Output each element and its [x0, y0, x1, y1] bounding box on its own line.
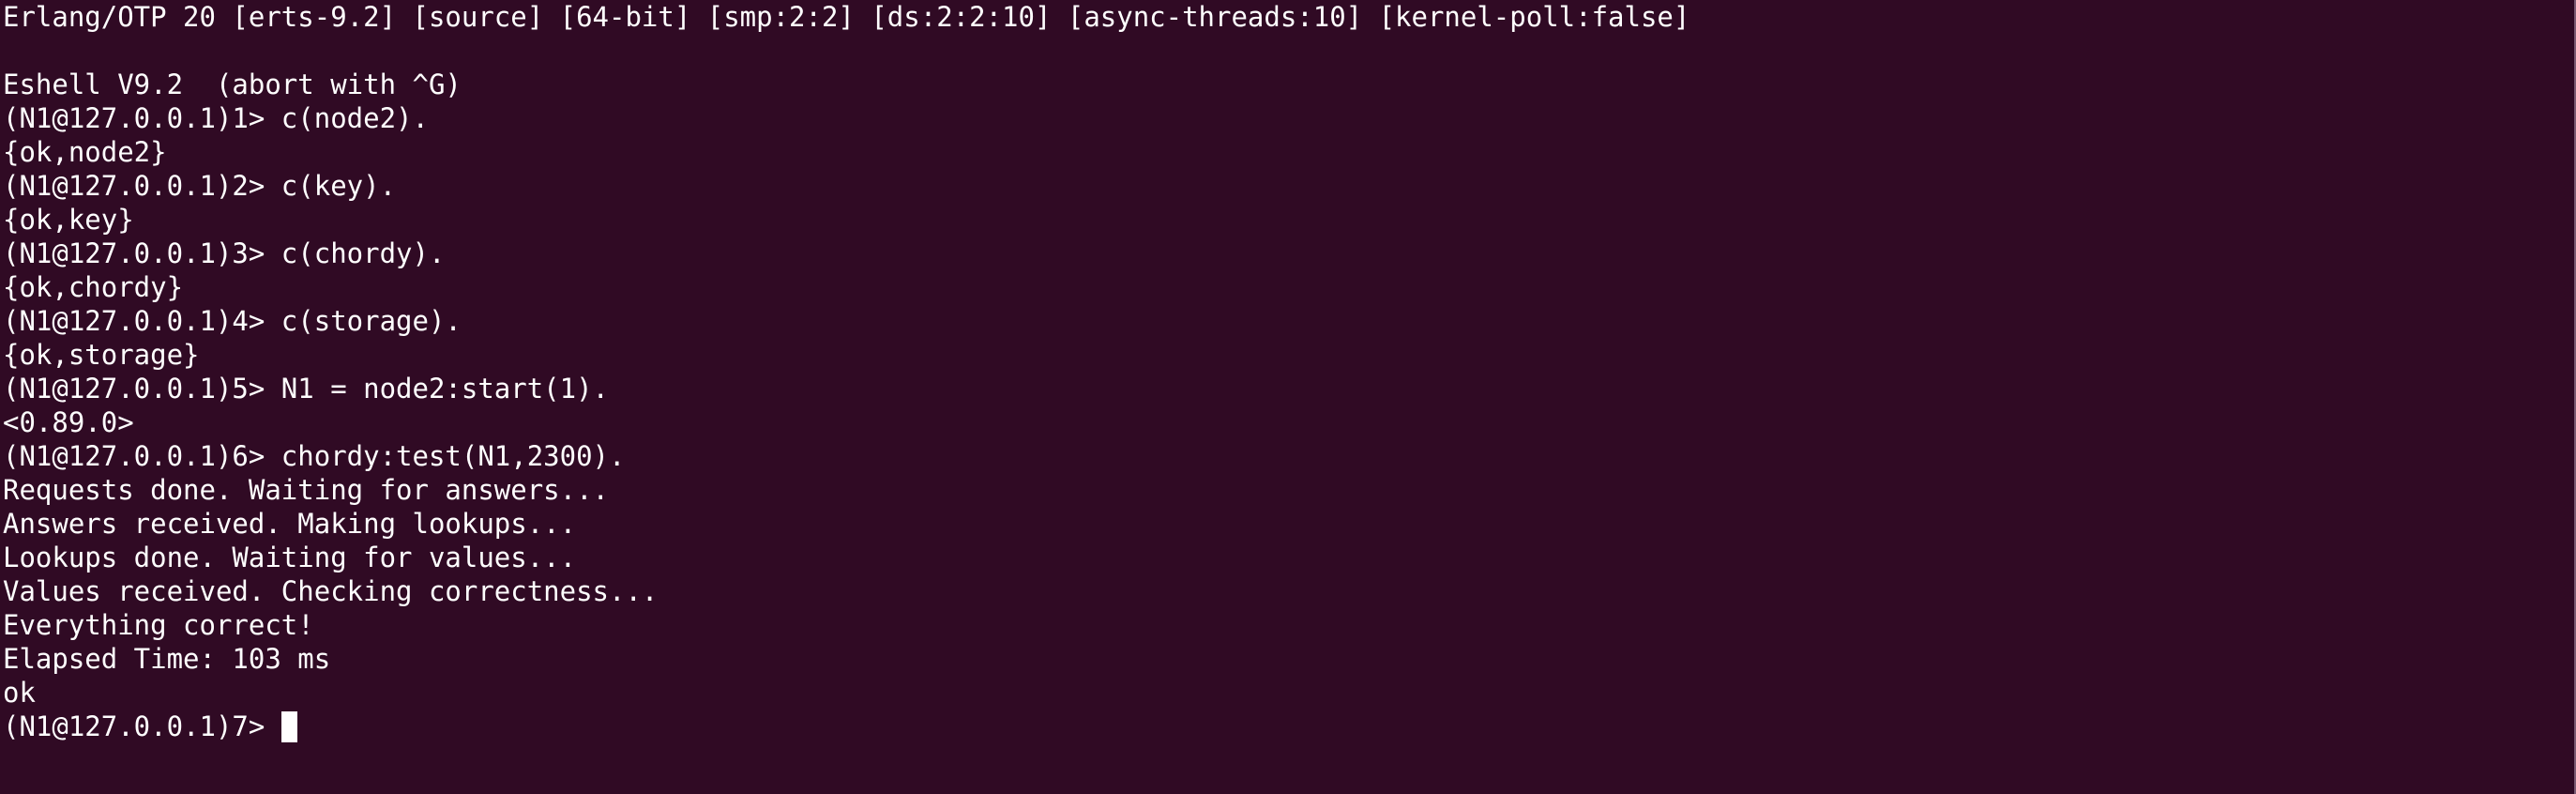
terminal-line: {ok,node2}: [3, 136, 167, 168]
terminal-line: Requests done. Waiting for answers...: [3, 474, 610, 506]
terminal-line: (N1@127.0.0.1)5> N1 = node2:start(1).: [3, 373, 610, 405]
terminal-line: (N1@127.0.0.1)3> c(chordy).: [3, 237, 446, 269]
scrollbar[interactable]: [2570, 0, 2576, 794]
terminal-line: Lookups done. Waiting for values...: [3, 542, 577, 573]
terminal-line: (N1@127.0.0.1)1> c(node2).: [3, 102, 429, 134]
terminal-line: (N1@127.0.0.1)6> chordy:test(N1,2300).: [3, 440, 626, 472]
terminal-window[interactable]: Erlang/OTP 20 [erts-9.2] [source] [64-bi…: [0, 0, 2576, 794]
shell-prompt: (N1@127.0.0.1)7>: [3, 710, 281, 742]
terminal-line: {ok,key}: [3, 204, 134, 236]
terminal-line: (N1@127.0.0.1)4> c(storage).: [3, 305, 462, 337]
prompt-line[interactable]: (N1@127.0.0.1)7>: [3, 710, 2536, 743]
terminal-line: ok: [3, 677, 36, 709]
terminal-line: Everything correct!: [3, 609, 314, 641]
terminal-line: {ok,chordy}: [3, 271, 184, 303]
terminal-line: (N1@127.0.0.1)2> c(key).: [3, 170, 397, 202]
terminal-line: Values received. Checking correctness...: [3, 575, 659, 607]
terminal-line: Elapsed Time: 103 ms: [3, 643, 331, 675]
terminal-line: <0.89.0>: [3, 406, 134, 438]
terminal-output: Erlang/OTP 20 [erts-9.2] [source] [64-bi…: [3, 0, 2536, 743]
terminal-line: Erlang/OTP 20 [erts-9.2] [source] [64-bi…: [3, 1, 1690, 33]
terminal-line: Eshell V9.2 (abort with ^G): [3, 69, 462, 100]
terminal-line: {ok,storage}: [3, 339, 200, 371]
terminal-line: Answers received. Making lookups...: [3, 508, 577, 540]
text-cursor: [280, 711, 297, 742]
